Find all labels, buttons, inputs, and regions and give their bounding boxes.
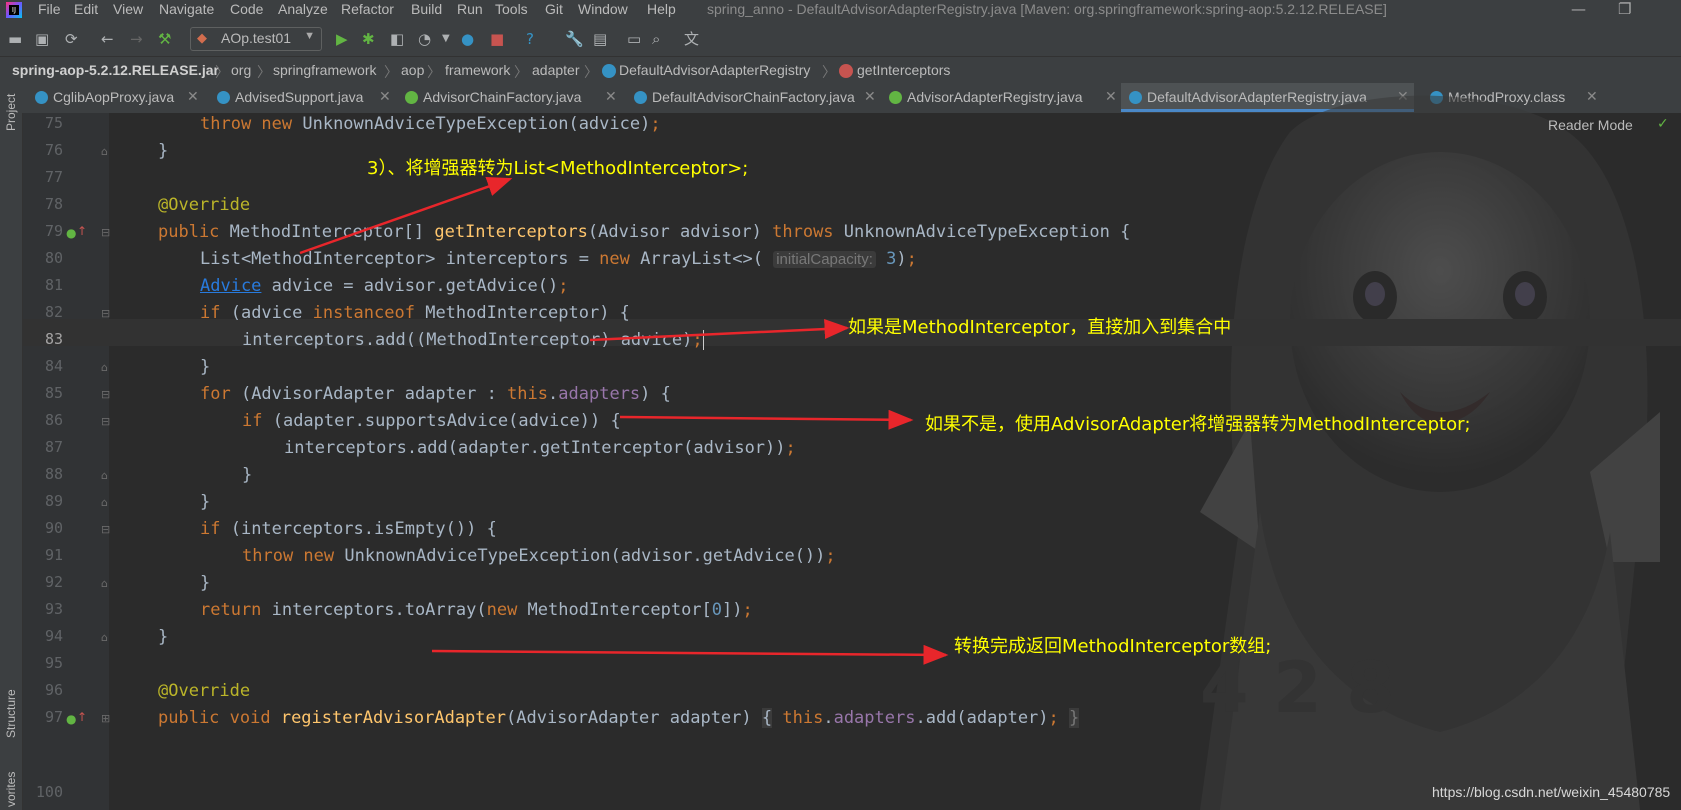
annotation-step3: 3）、将增强器转为List<MethodInterceptor>; (367, 158, 749, 179)
annotation-arrows (299, 177, 949, 665)
arrow-to-annotation-2 (589, 319, 850, 342)
annotation-return-array: 转换完成返回MethodInterceptor数组; (954, 636, 1272, 657)
arrow-to-annotation-3 (619, 409, 914, 430)
annotation-advisoradapter: 如果不是，使用AdvisorAdapter将增强器转为MethodInterce… (925, 414, 1471, 435)
arrow-to-annotation-1 (299, 177, 513, 255)
arrow-to-annotation-4 (431, 644, 949, 665)
csdn-watermark: https://blog.csdn.net/weixin_45480785 (1432, 784, 1671, 800)
annotation-methodinterceptor: 如果是MethodInterceptor，直接加入到集合中 (848, 317, 1232, 338)
